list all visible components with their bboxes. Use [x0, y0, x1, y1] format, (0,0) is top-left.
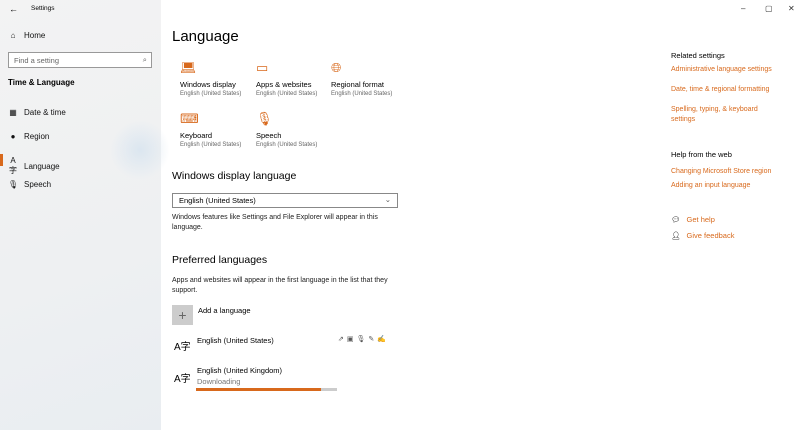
give-feedback-link[interactable]: 👤︎ Give feedback [671, 231, 734, 240]
item-label: Speech [24, 180, 52, 189]
link-admin-language[interactable]: Administrative language settings [671, 65, 791, 75]
back-button[interactable]: ← [9, 4, 18, 14]
help-heading: Help from the web [671, 150, 732, 159]
display-language-heading: Windows display language [172, 170, 297, 182]
add-language-label[interactable]: Add a language [198, 306, 251, 315]
tile-speech[interactable]: 🎙︎ Speech English (United States) [256, 111, 336, 148]
home-label: Home [24, 31, 46, 40]
language-item[interactable]: A字 English (United States) ⇗▣🎙✎✍ [172, 336, 402, 358]
sidebar-item-date-time[interactable]: ▦ Date & time [8, 108, 66, 117]
feedback-icon: 👤︎ [671, 231, 681, 240]
microphone-icon: 🎙 [8, 180, 19, 189]
get-help-label: Get help [686, 215, 715, 224]
tile-sub: English (United States) [256, 142, 318, 148]
download-status: Downloading [197, 377, 241, 386]
close-button[interactable]: ✕ [788, 4, 795, 13]
tile-sub: English (United States) [256, 91, 318, 97]
search-placeholder: Find a setting [14, 56, 60, 65]
tile-label: Apps & websites [256, 80, 312, 89]
sidebar-item-language[interactable]: A字 Language [8, 156, 60, 176]
preferred-languages-heading: Preferred languages [172, 254, 268, 266]
sidebar-item-home[interactable]: ⌂ Home [8, 31, 46, 40]
language-icon: A字 [174, 342, 191, 353]
search-icon: ⌕ [142, 55, 147, 64]
active-indicator [0, 154, 3, 166]
globe-icon: ● [10, 132, 16, 141]
language-name: English (United Kingdom) [197, 366, 283, 375]
tile-label: Keyboard [180, 131, 213, 140]
display-language-description: Windows features like Settings and File … [172, 214, 378, 231]
search-input[interactable]: Find a setting ⌕ [8, 52, 152, 68]
calendar-icon: ▦ [9, 108, 17, 117]
link-input-language[interactable]: Adding an input language [671, 181, 791, 191]
item-label: Language [24, 161, 60, 171]
language-name: English (United States) [197, 336, 274, 345]
preferred-languages-description: Apps and websites will appear in the fir… [172, 277, 388, 294]
page-title: Language [172, 28, 239, 45]
add-language-button[interactable]: + [172, 305, 193, 325]
microphone-icon: 🎙︎ [256, 111, 273, 126]
help-icon: 💬︎ [671, 215, 681, 224]
language-icon: A字 [9, 156, 17, 175]
chevron-down-icon: ⌄ [384, 195, 391, 204]
tile-keyboard[interactable]: ⌨ Keyboard English (United States) [180, 111, 260, 148]
feedback-label: Give feedback [686, 231, 735, 240]
item-label: Date & time [24, 108, 66, 117]
item-label: Region [24, 132, 50, 141]
link-store-region[interactable]: Changing Microsoft Store region [671, 167, 791, 177]
language-item[interactable]: A字 English (United Kingdom) Downloading [172, 366, 402, 394]
tile-sub: English (United States) [180, 142, 242, 148]
main-content: – ▢ ✕ Language 💻︎ Windows display English … [161, 0, 800, 430]
globe-icon: 🌐︎ [331, 60, 342, 75]
language-icon: A字 [174, 374, 191, 385]
tile-label: Speech [256, 131, 282, 140]
sidebar: ← Settings ⌂ Home Find a setting ⌕ Time & … [0, 0, 170, 430]
keyboard-icon: ⌨ [180, 111, 199, 126]
tile-label: Windows display [180, 80, 236, 89]
minimize-button[interactable]: – [741, 4, 745, 13]
tile-label: Regional format [331, 80, 384, 89]
sidebar-item-speech[interactable]: 🎙 Speech [8, 180, 51, 189]
link-date-time-regional[interactable]: Date, time & regional formatting [671, 85, 791, 95]
sidebar-item-region[interactable]: ● Region [8, 132, 50, 141]
tile-sub: English (United States) [180, 91, 242, 97]
tile-windows-display[interactable]: 💻︎ Windows display English (United States) [180, 60, 260, 97]
select-value: English (United States) [179, 196, 256, 205]
tile-regional-format[interactable]: 🌐︎ Regional format English (United States) [331, 60, 411, 97]
link-spelling-typing[interactable]: Spelling, typing, & keyboard settings [671, 105, 781, 125]
tile-apps-websites[interactable]: ▭ Apps & websites English (United States) [256, 60, 336, 97]
plus-icon: + [178, 307, 187, 323]
section-title: Time & Language [8, 78, 75, 87]
language-feature-icons: ⇗▣🎙✎✍ [338, 336, 389, 343]
tile-sub: English (United States) [331, 91, 393, 97]
download-progress-bar [196, 388, 337, 391]
display-language-select[interactable]: English (United States) ⌄ [172, 193, 398, 208]
related-settings-heading: Related settings [671, 51, 725, 60]
maximize-button[interactable]: ▢ [765, 4, 773, 13]
get-help-link[interactable]: 💬︎ Get help [671, 215, 715, 224]
home-icon: ⌂ [10, 31, 16, 40]
laptop-icon: 💻︎ [180, 60, 197, 75]
browser-window-icon: ▭ [256, 60, 269, 75]
window-title: Settings [31, 5, 55, 12]
progress-fill [196, 388, 322, 391]
